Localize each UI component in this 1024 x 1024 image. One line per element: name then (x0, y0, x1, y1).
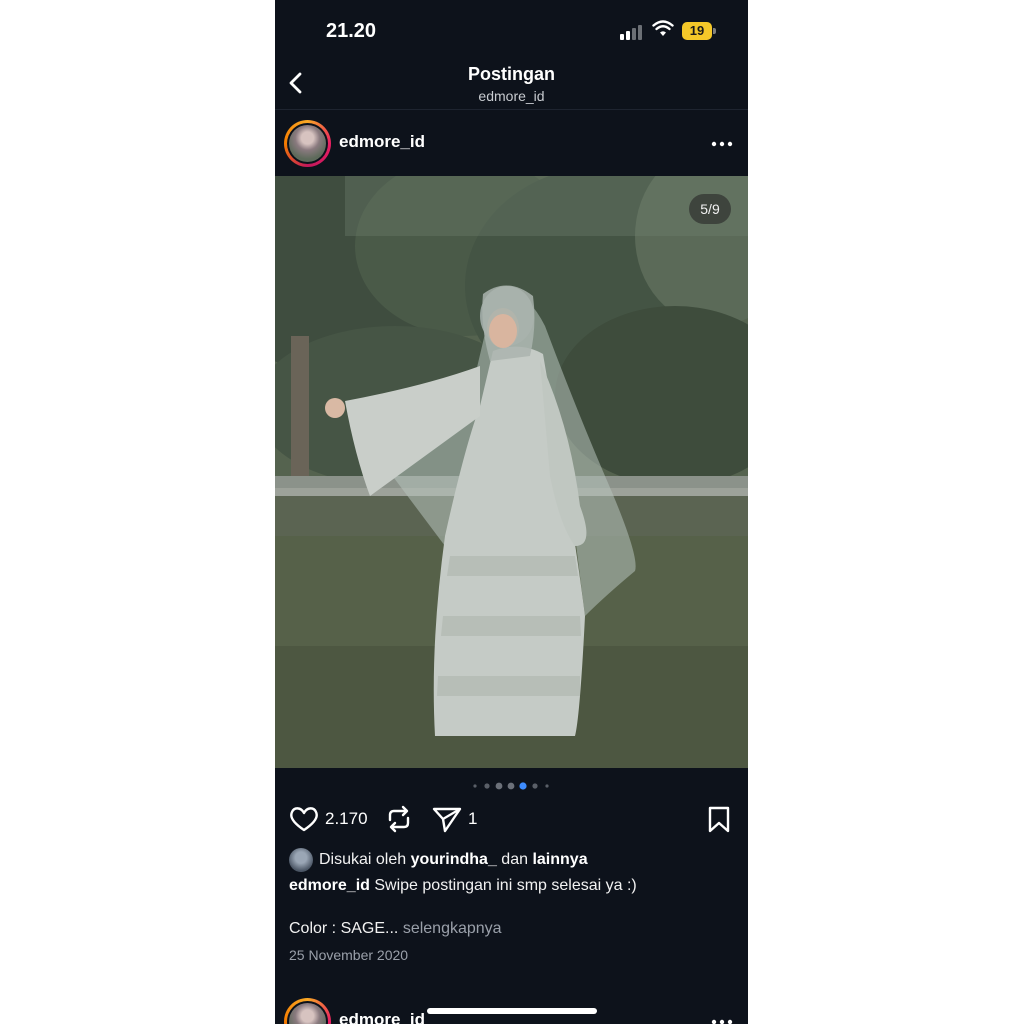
status-time: 21.20 (326, 20, 377, 42)
post-photo-illustration (275, 176, 748, 768)
post-caption: edmore_id Swipe postingan ini smp selesa… (289, 877, 637, 895)
next-post-username[interactable]: edmore_id (339, 1010, 425, 1024)
liker-avatar (289, 848, 313, 872)
next-avatar[interactable] (284, 998, 331, 1024)
app-screen: 21.20 19 Postingan edmore_id edmore_id 5… (275, 0, 748, 1024)
liked-by-joiner: dan (501, 851, 528, 868)
ellipsis-icon[interactable] (711, 1012, 733, 1024)
caption-username[interactable]: edmore_id (289, 877, 370, 894)
liked-by-text: Disukai oleh yourindha_ dan lainnya (319, 851, 588, 869)
avatar[interactable] (284, 120, 331, 167)
caption-color-text: Color : SAGE... (289, 920, 399, 937)
liked-by-prefix: Disukai oleh (319, 851, 407, 868)
like-count: 2.170 (325, 809, 368, 828)
send-icon[interactable] (431, 804, 463, 834)
liked-by-row[interactable]: Disukai oleh yourindha_ dan lainnya (289, 847, 739, 873)
share-count: 1 (468, 809, 478, 828)
ellipsis-icon[interactable] (711, 134, 733, 154)
carousel-indicator (473, 782, 549, 790)
carousel-dot (545, 784, 549, 788)
status-bar: 21.20 19 (275, 0, 748, 60)
post-date: 25 November 2020 (289, 947, 409, 963)
page-title: Postingan (467, 64, 555, 84)
repost-icon[interactable] (385, 804, 413, 834)
post-header: edmore_id (275, 112, 748, 176)
page-subtitle: edmore_id (478, 88, 545, 104)
carousel-dot (484, 783, 490, 789)
post-actions: 2.170 1 (275, 800, 748, 840)
bookmark-icon[interactable] (705, 804, 733, 834)
home-indicator[interactable] (427, 1008, 597, 1014)
see-more-link[interactable]: selengkapnya (403, 920, 502, 937)
carousel-dot (507, 782, 515, 790)
liked-by-others[interactable]: lainnya (532, 851, 587, 868)
next-post-header: edmore_id (275, 990, 748, 1024)
caption-text: Swipe postingan ini smp selesai ya :) (374, 877, 637, 894)
battery-level: 19 (682, 22, 712, 40)
carousel-dot-active (519, 782, 527, 790)
carousel-dot (495, 782, 503, 790)
battery-icon: 19 (682, 22, 716, 40)
liked-by-user[interactable]: yourindha_ (411, 851, 497, 868)
post-username[interactable]: edmore_id (339, 132, 425, 152)
image-counter-badge: 5/9 (689, 194, 731, 224)
carousel-dot (532, 783, 538, 789)
caption-color-line: Color : SAGE... selengkapnya (289, 920, 502, 938)
nav-header: Postingan edmore_id (275, 58, 748, 110)
post-image[interactable]: 5/9 (275, 176, 748, 768)
wifi-icon (652, 20, 674, 36)
signal-icon (620, 24, 646, 40)
heart-icon[interactable] (288, 804, 320, 834)
carousel-dot (473, 784, 477, 788)
